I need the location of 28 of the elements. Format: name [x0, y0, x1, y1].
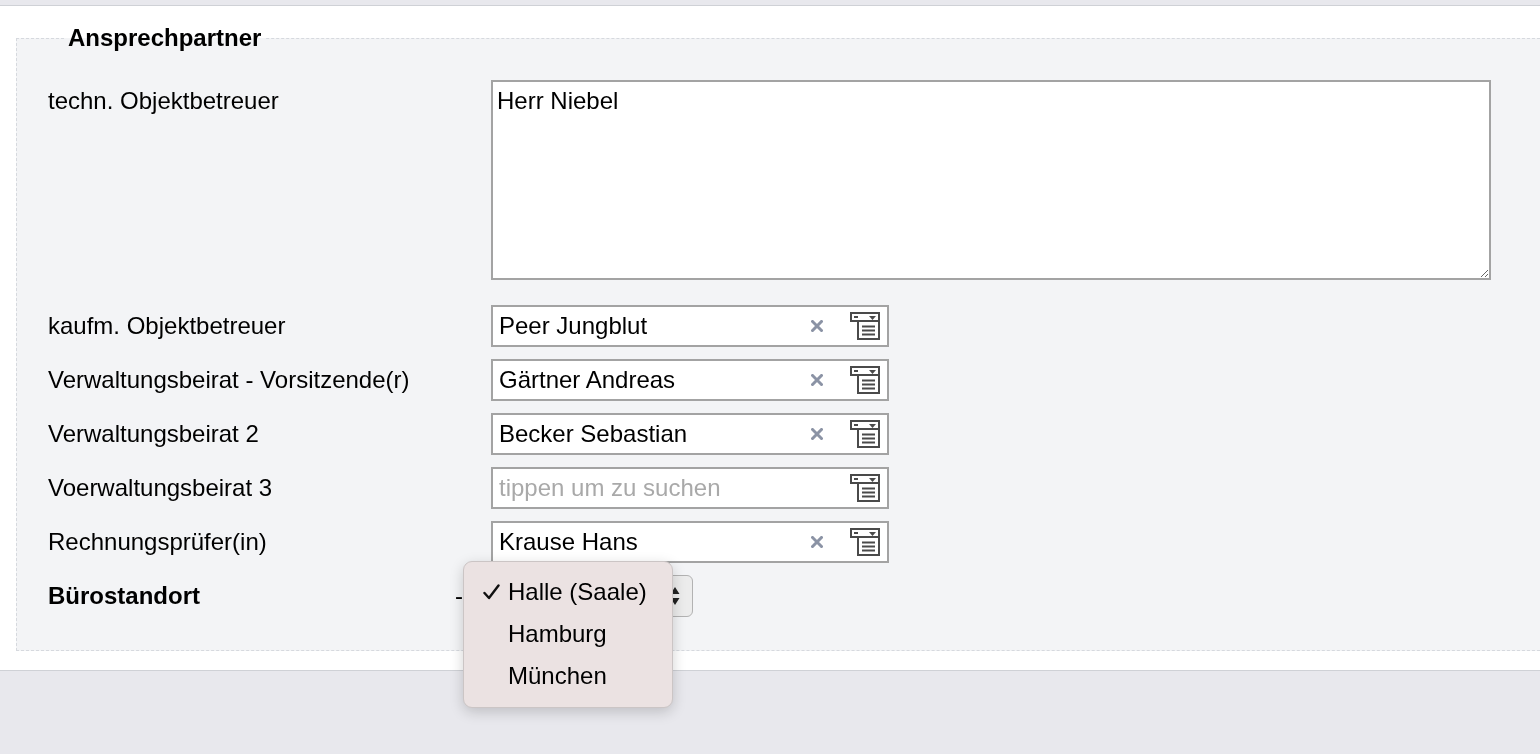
- close-icon[interactable]: [811, 320, 823, 332]
- menu-item[interactable]: Hamburg: [464, 613, 672, 655]
- textarea-field[interactable]: Herr Niebel: [491, 80, 1491, 280]
- lookup-field[interactable]: tippen um zu suchen: [491, 467, 889, 509]
- list-icon[interactable]: [850, 366, 880, 394]
- list-icon[interactable]: [850, 528, 880, 556]
- menu-item[interactable]: München: [464, 655, 672, 697]
- lookup-field[interactable]: Becker Sebastian: [491, 413, 889, 455]
- section-title: Ansprechpartner: [67, 24, 263, 52]
- up-down-arrows-icon[interactable]: [670, 586, 680, 606]
- dash-text: -: [455, 582, 463, 610]
- field-label: techn. Objektbetreuer: [48, 87, 279, 115]
- menu-item[interactable]: Halle (Saale): [464, 571, 672, 613]
- lookup-field[interactable]: Peer Jungblut: [491, 305, 889, 347]
- lookup-field[interactable]: Gärtner Andreas: [491, 359, 889, 401]
- close-icon[interactable]: [811, 428, 823, 440]
- field-label: Voerwaltungsbeirat 3: [48, 474, 273, 502]
- close-icon[interactable]: [811, 374, 823, 386]
- list-icon[interactable]: [850, 474, 880, 502]
- list-icon[interactable]: [850, 420, 880, 448]
- field-label: Verwaltungsbeirat 2: [48, 420, 259, 448]
- field-label: Rechnungsprüfer(in): [48, 528, 267, 556]
- field-label: kaufm. Objektbetreuer: [48, 312, 286, 340]
- list-icon[interactable]: [850, 312, 880, 340]
- close-icon[interactable]: [811, 536, 823, 548]
- field-label: Bürostandort: [48, 582, 200, 610]
- field-label: Verwaltungsbeirat - Vorsitzende(r): [48, 366, 410, 394]
- lookup-field[interactable]: Krause Hans: [491, 521, 889, 563]
